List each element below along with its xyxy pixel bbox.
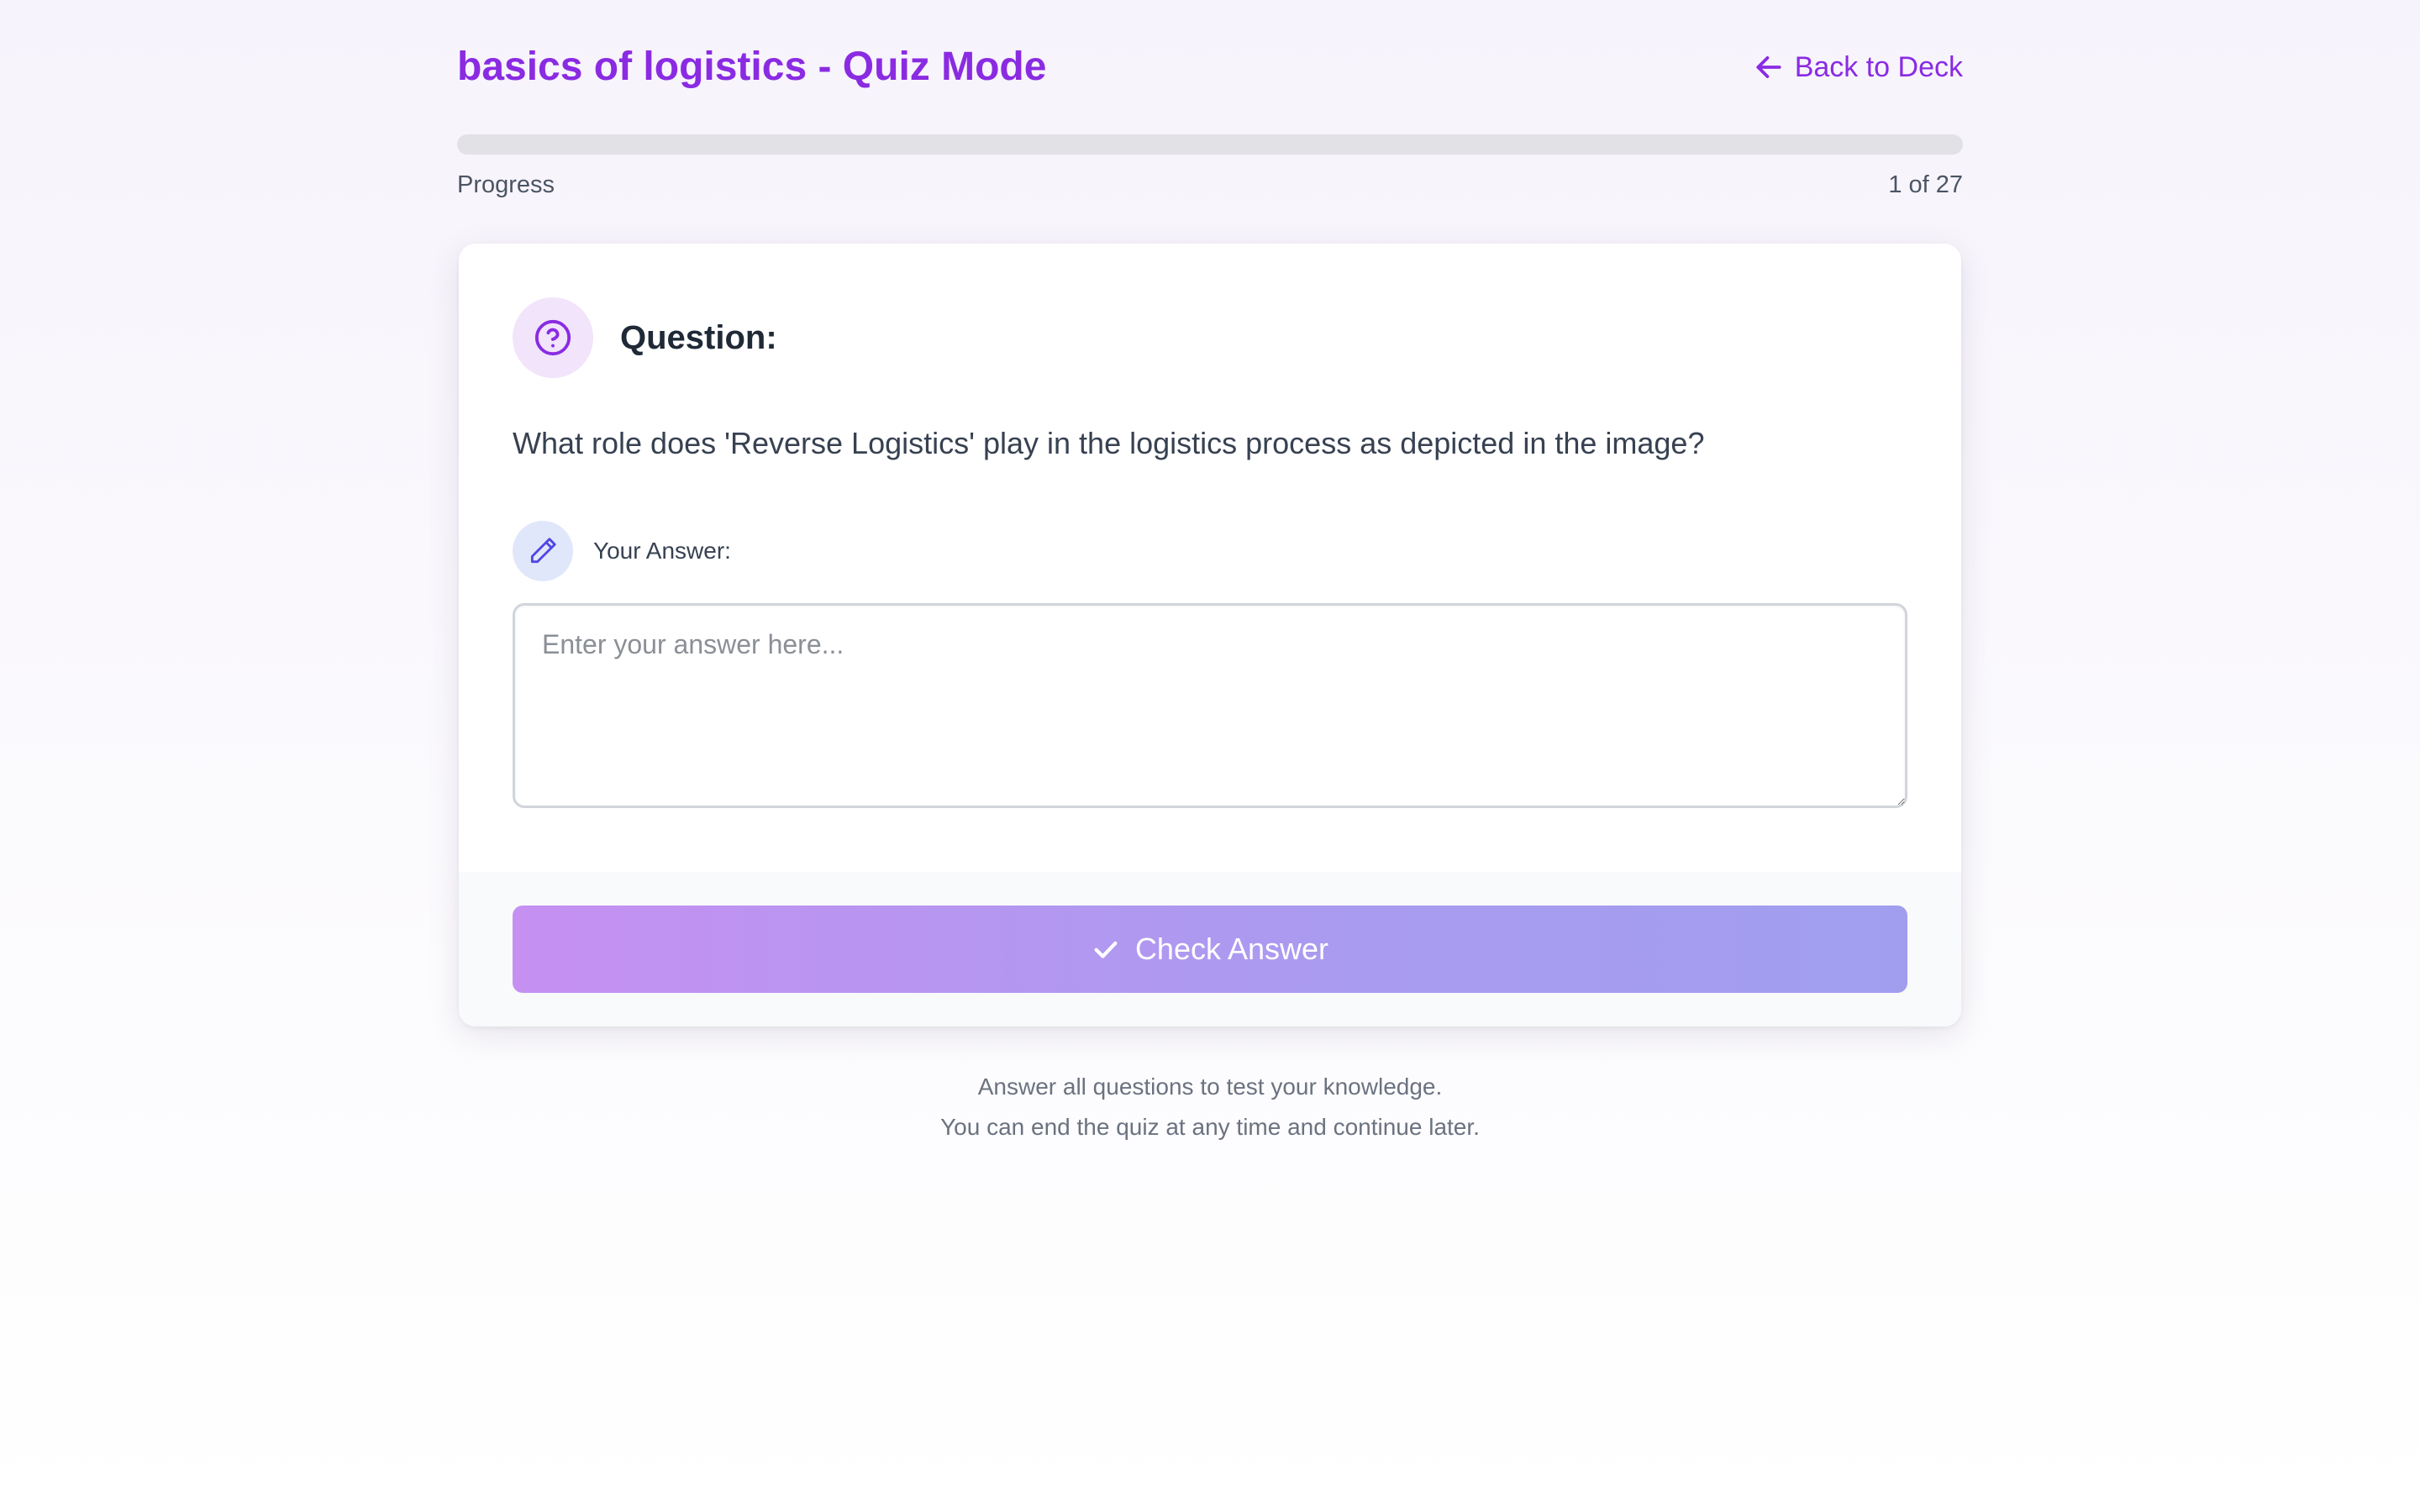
check-answer-label: Check Answer bbox=[1134, 932, 1329, 966]
arrow-left-icon bbox=[1753, 51, 1785, 83]
checkmark-icon bbox=[1092, 935, 1120, 963]
footer-note-line-2: You can end the quiz at any time and con… bbox=[940, 1114, 1480, 1140]
page-title: basics of logistics - Quiz Mode bbox=[457, 45, 1047, 89]
answer-input[interactable] bbox=[513, 603, 1907, 808]
question-circle-icon bbox=[513, 297, 593, 378]
back-to-deck-label: Back to Deck bbox=[1794, 51, 1963, 83]
progress-count: 1 of 27 bbox=[1888, 171, 1963, 198]
check-answer-button[interactable]: Check Answer bbox=[513, 906, 1907, 993]
footer-note-line-1: Answer all questions to test your knowle… bbox=[977, 1074, 1443, 1100]
progress-bar bbox=[457, 134, 1963, 155]
page-header: basics of logistics - Quiz Mode Back to … bbox=[457, 39, 1963, 96]
progress-label: Progress bbox=[457, 171, 555, 198]
card-footer: Check Answer bbox=[459, 872, 1961, 1026]
question-text: What role does 'Reverse Logistics' play … bbox=[513, 426, 1705, 460]
footer-note: Answer all questions to test your knowle… bbox=[457, 1067, 1963, 1147]
answer-label: Your Answer: bbox=[593, 538, 731, 564]
question-card: Question: What role does 'Reverse Logist… bbox=[459, 244, 1961, 1026]
question-heading: Question: bbox=[620, 319, 777, 356]
back-to-deck-link[interactable]: Back to Deck bbox=[1753, 49, 1963, 86]
pencil-icon bbox=[513, 521, 573, 581]
